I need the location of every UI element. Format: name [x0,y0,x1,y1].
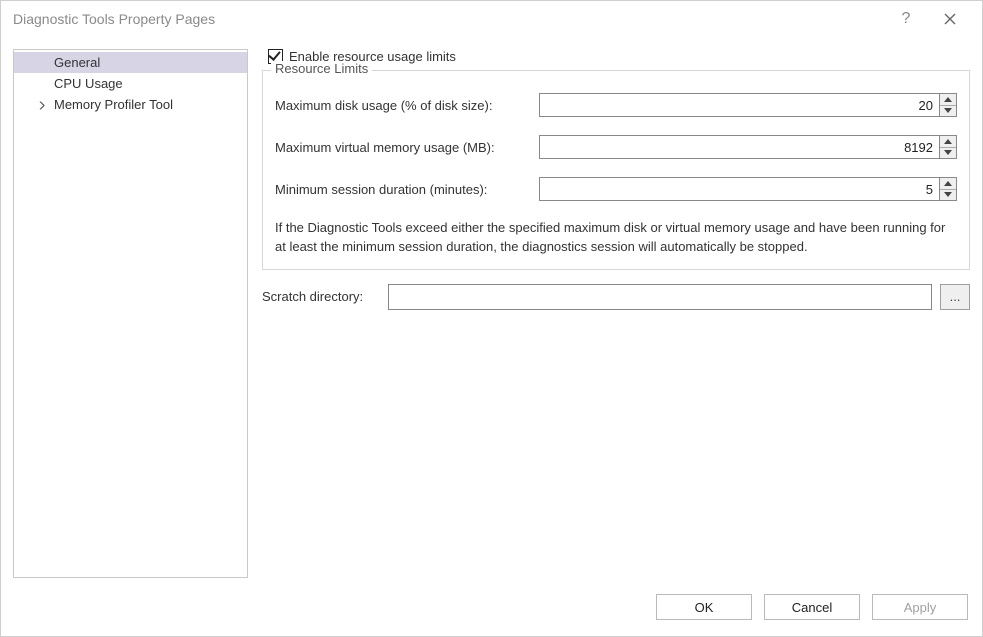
nav-item-general[interactable]: General [14,52,247,73]
scratch-label: Scratch directory: [262,289,380,304]
help-button[interactable]: ? [884,1,928,37]
scratch-browse-button[interactable]: ... [940,284,970,310]
main-panel: Enable resource usage limits Resource Li… [262,49,970,578]
max-vmem-spinner [539,135,957,159]
max-disk-up[interactable] [940,94,956,106]
min-duration-down[interactable] [940,190,956,201]
nav-tree: General CPU Usage Memory Profiler Tool [13,49,248,578]
chevron-down-icon [944,150,952,155]
limits-hint: If the Diagnostic Tools exceed either th… [275,219,957,257]
max-vmem-up[interactable] [940,136,956,148]
resource-limits-group: Resource Limits Maximum disk usage (% of… [262,70,970,270]
spin-buttons [939,94,956,116]
window-title: Diagnostic Tools Property Pages [13,11,884,27]
nav-item-label: General [54,55,100,70]
chevron-up-icon [944,139,952,144]
chevron-down-icon [944,108,952,113]
ellipsis-icon: ... [950,289,961,304]
dialog: Diagnostic Tools Property Pages ? Genera… [0,0,983,637]
chevron-up-icon [944,181,952,186]
expand-icon[interactable] [38,97,46,112]
max-vmem-input[interactable] [540,136,939,158]
min-duration-spinner [539,177,957,201]
min-duration-input[interactable] [540,178,939,200]
nav-item-label: Memory Profiler Tool [54,97,173,112]
content: General CPU Usage Memory Profiler Tool E… [1,37,982,578]
close-icon [944,13,956,25]
min-duration-row: Minimum session duration (minutes): [275,177,957,201]
min-duration-label: Minimum session duration (minutes): [275,182,539,197]
spin-buttons [939,136,956,158]
titlebar: Diagnostic Tools Property Pages ? [1,1,982,37]
ok-button[interactable]: OK [656,594,752,620]
apply-button[interactable]: Apply [872,594,968,620]
max-vmem-row: Maximum virtual memory usage (MB): [275,135,957,159]
scratch-input[interactable] [388,284,932,310]
scratch-row: Scratch directory: ... [262,284,970,310]
max-vmem-down[interactable] [940,148,956,159]
nav-item-memory-profiler[interactable]: Memory Profiler Tool [14,94,247,115]
max-disk-input[interactable] [540,94,939,116]
max-disk-down[interactable] [940,106,956,117]
chevron-down-icon [944,192,952,197]
dialog-footer: OK Cancel Apply [1,578,982,636]
chevron-up-icon [944,97,952,102]
max-vmem-label: Maximum virtual memory usage (MB): [275,140,539,155]
resource-limits-legend: Resource Limits [271,61,372,76]
cancel-button[interactable]: Cancel [764,594,860,620]
close-button[interactable] [928,1,972,37]
nav-item-label: CPU Usage [54,76,123,91]
nav-item-cpu-usage[interactable]: CPU Usage [14,73,247,94]
max-disk-row: Maximum disk usage (% of disk size): [275,93,957,117]
spin-buttons [939,178,956,200]
max-disk-spinner [539,93,957,117]
max-disk-label: Maximum disk usage (% of disk size): [275,98,539,113]
min-duration-up[interactable] [940,178,956,190]
